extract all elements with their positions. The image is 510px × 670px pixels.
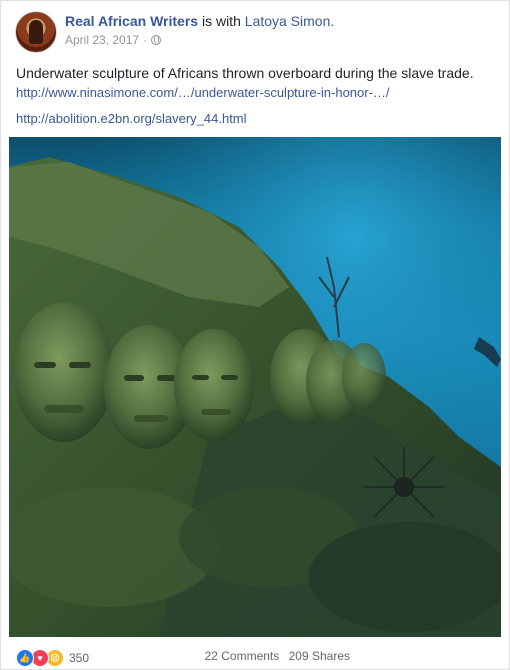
- with-text: is with: [201, 13, 241, 29]
- post-meta: April 23, 2017 ·: [65, 33, 162, 47]
- post-title-line: Real African Writers is with Latoya Simo…: [65, 13, 334, 29]
- meta-separator: ·: [143, 33, 148, 47]
- page-name-link[interactable]: Real African Writers: [65, 13, 198, 29]
- post-photo[interactable]: [9, 137, 501, 637]
- underwater-sculpture-image: [9, 137, 501, 637]
- tagged-person-link[interactable]: Latoya Simon.: [245, 13, 335, 29]
- post-card: Real African Writers is with Latoya Simo…: [0, 0, 510, 670]
- post-footer: 👍 ♥ ☹ 350 22 Comments 209 Shares: [16, 647, 496, 667]
- avatar-figure: [29, 20, 43, 44]
- avatar[interactable]: [15, 11, 57, 53]
- face-1: [14, 302, 114, 442]
- like-icon: 👍: [16, 649, 34, 667]
- engagement-stats: 22 Comments 209 Shares: [199, 649, 350, 663]
- reaction-count: 350: [69, 651, 90, 665]
- post-body-text: Underwater sculpture of Africans thrown …: [16, 65, 474, 81]
- post-date[interactable]: April 23, 2017: [65, 33, 139, 47]
- globe-icon[interactable]: [151, 35, 162, 45]
- shares-count-link[interactable]: 209 Shares: [289, 649, 350, 663]
- post-link-2[interactable]: http://abolition.e2bn.org/slavery_44.htm…: [16, 111, 247, 126]
- comments-count-link[interactable]: 22 Comments: [205, 649, 280, 663]
- post-link-1[interactable]: http://www.ninasimone.com/…/underwater-s…: [16, 85, 390, 100]
- reactions-summary[interactable]: 👍 ♥ ☹ 350: [16, 649, 89, 667]
